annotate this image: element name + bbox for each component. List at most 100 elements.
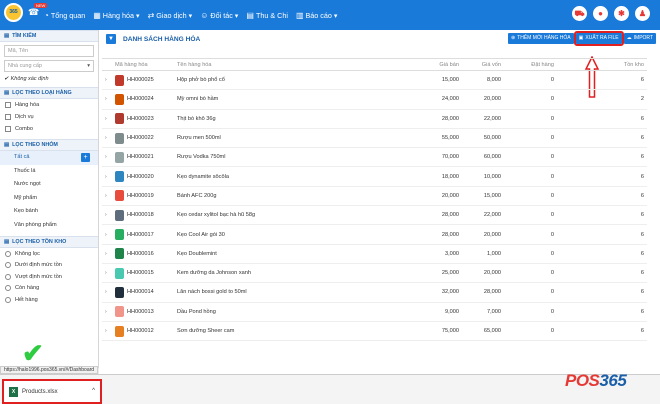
radio-circle[interactable] — [5, 296, 11, 303]
nav-dashboard[interactable]: ◔ Tổng quan — [44, 11, 85, 20]
expand-row-icon[interactable]: › — [102, 205, 112, 226]
column-header-price[interactable]: Giá bán — [410, 58, 462, 71]
type-service-checkbox[interactable]: Dịch vụ — [0, 111, 98, 123]
stock-above-radio[interactable]: Vượt định mức tồn — [0, 271, 98, 283]
expand-row-icon[interactable]: › — [102, 282, 112, 303]
expand-row-icon[interactable]: › — [102, 224, 112, 245]
table-row[interactable]: › HH000023 Thịt bò khô 36g 28,000 22,000 0 6 — [102, 109, 647, 129]
product-name: Bánh AFC 200g — [174, 186, 410, 207]
radio-circle[interactable] — [5, 273, 11, 280]
checkbox-box[interactable] — [5, 102, 11, 108]
table-row[interactable]: › HH000015 Kem dưỡng da Johnson xanh 25,000… — [102, 263, 647, 284]
table-row[interactable]: › HH000019 Bánh AFC 200g 20,000 15,000 0 6 — [102, 186, 647, 207]
stock-out-of-stock-radio[interactable]: Hết hàng — [0, 294, 98, 306]
table-row[interactable]: › HH000013 Dầu Pond hồng 9,000 7,000 0 6 — [102, 302, 647, 322]
product-stock: 6 — [594, 302, 647, 322]
checkbox-label: Dịch vụ — [15, 114, 34, 120]
expand-row-icon[interactable]: › — [102, 89, 112, 110]
checkbox-box[interactable] — [5, 114, 11, 120]
stock-no-filter-radio[interactable]: Không lọc — [0, 248, 98, 260]
chevron-up-icon[interactable]: ^ — [92, 388, 95, 394]
spacer-cell — [557, 244, 594, 264]
add-product-button[interactable]: ⊕ THÊM MỚI HÀNG HÓA — [507, 33, 574, 44]
spacer-cell — [557, 89, 594, 110]
expand-row-icon[interactable]: › — [102, 186, 112, 207]
expand-row-icon[interactable]: › — [102, 263, 112, 284]
product-cost: 60,000 — [462, 147, 504, 168]
column-header-cost[interactable]: Giá vốn — [462, 58, 504, 71]
product-name: Rượu men 500ml — [174, 128, 410, 149]
export-file-button[interactable]: ▣ XUẤT RA FILE — [573, 31, 624, 46]
column-header-ordered[interactable]: Đặt hàng — [504, 58, 557, 71]
product-name: Kem dưỡng da Johnson xanh — [174, 263, 410, 284]
option-label: Không xác định — [10, 76, 49, 82]
spacer-cell — [557, 282, 594, 303]
location-icon[interactable]: ● — [593, 6, 608, 21]
group-item-all[interactable]: Tất cả + — [0, 151, 98, 165]
product-code-cell: HH000025 — [112, 70, 174, 91]
expand-row-icon[interactable]: › — [102, 109, 112, 129]
expand-row-icon[interactable]: › — [102, 166, 112, 187]
column-header-name[interactable]: Tên hàng hóa — [174, 58, 410, 71]
product-code: HH000016 — [127, 250, 154, 257]
group-item-cosmetics[interactable]: Mỹ phẩm — [0, 192, 98, 206]
table-row[interactable]: › HH000022 Rượu men 500ml 55,000 50,000 0 6 — [102, 128, 647, 149]
filter-icon[interactable]: ▼ — [106, 34, 116, 44]
expand-row-icon[interactable]: › — [102, 302, 112, 322]
table-row[interactable]: › HH000020 Kẹo dynamite sôcôla 18,000 10,000… — [102, 166, 647, 187]
table-row[interactable]: › HH000017 Kẹo Cool Air gói 30 28,000 20,000… — [102, 224, 647, 245]
search-input[interactable]: Mã, Tên — [4, 45, 94, 57]
product-stock: 6 — [594, 186, 647, 207]
nav-cashflow[interactable]: ▤ Thu & Chi — [246, 11, 288, 20]
column-header-code[interactable]: Mã hàng hóa — [112, 58, 174, 71]
expand-row-icon[interactable]: › — [102, 321, 112, 342]
product-cost: 10,000 — [462, 166, 504, 187]
expand-row-icon[interactable]: › — [102, 128, 112, 149]
nav-transactions[interactable]: ⇄ Giao dịch ▾ — [148, 11, 193, 20]
pos365-logo[interactable]: 365 — [4, 3, 23, 22]
table-row[interactable]: › HH000018 Kẹo cedar xylitol bạc hà hũ 58g… — [102, 205, 647, 226]
product-thumbnail — [115, 132, 124, 144]
product-ordered: 0 — [504, 128, 557, 149]
cart-icon[interactable]: ⛟ — [572, 6, 587, 21]
unspecified-option[interactable]: ✔ Không xác định — [4, 75, 94, 83]
supplier-select[interactable]: Nhà cung cấp ▾ — [4, 60, 94, 72]
nav-partners[interactable]: ☺ Đối tác ▾ — [200, 11, 238, 20]
nav-reports[interactable]: ▥ Báo cáo ▾ — [296, 11, 338, 20]
group-item-soft-drinks[interactable]: Nước ngọt — [0, 178, 98, 192]
table-row[interactable]: › HH000016 Kẹo Doublemint 3,000 1,000 0 6 — [102, 244, 647, 264]
group-item-cigarettes[interactable]: Thuốc lá — [0, 165, 98, 179]
radio-circle[interactable] — [5, 285, 11, 292]
add-group-icon[interactable]: + — [81, 153, 90, 162]
product-price: 18,000 — [410, 166, 462, 187]
radio-circle[interactable] — [5, 250, 11, 257]
product-thumbnail — [115, 229, 124, 241]
type-combo-checkbox[interactable]: Combo — [0, 123, 98, 135]
expand-row-icon[interactable]: › — [102, 70, 112, 91]
user-icon[interactable]: ♟ — [635, 6, 650, 21]
table-row[interactable]: › HH000014 Lăn nách bossi gold to 50ml 32,0… — [102, 282, 647, 303]
stock-below-radio[interactable]: Dưới định mức tồn — [0, 260, 98, 272]
download-item[interactable]: X Products.xlsx ^ — [2, 379, 102, 404]
settings-icon[interactable]: ✱ — [614, 6, 629, 21]
table-row[interactable]: › HH000025 Hộp phở bò phổ cổ 15,000 8,000 0 6 — [102, 70, 647, 91]
group-item-stationery[interactable]: Văn phòng phẩm — [0, 219, 98, 233]
product-code-cell: HH000014 — [112, 282, 174, 303]
product-code-cell: HH000021 — [112, 147, 174, 168]
expand-row-icon[interactable]: › — [102, 147, 112, 168]
group-item-candy[interactable]: Kẹo bánh — [0, 205, 98, 219]
stock-in-stock-radio[interactable]: Còn hàng — [0, 283, 98, 295]
table-row[interactable]: › HH000021 Rượu Vodka 750ml 70,000 60,000 0 6 — [102, 147, 647, 168]
table-row[interactable]: › HH000024 Mỳ omni bò hầm 24,000 20,000 0 2 — [102, 89, 647, 110]
column-header-stock[interactable]: Tồn kho — [557, 58, 647, 71]
checkbox-label: Hàng hóa — [15, 102, 40, 108]
checkbox-box[interactable] — [5, 126, 11, 132]
expand-row-icon[interactable]: › — [102, 244, 112, 264]
table-row[interactable]: › HH000012 Sơn dưỡng Sheer cam 75,000 65,000… — [102, 321, 647, 342]
nav-products[interactable]: ▦ Hàng hóa ▾ — [93, 11, 139, 20]
product-name: Sơn dưỡng Sheer cam — [174, 321, 410, 342]
import-button[interactable]: ☁ IMPORT — [623, 33, 656, 44]
phone-icon[interactable]: ☎ — [28, 7, 39, 18]
radio-circle[interactable] — [5, 262, 11, 269]
type-goods-checkbox[interactable]: Hàng hóa — [0, 99, 98, 111]
